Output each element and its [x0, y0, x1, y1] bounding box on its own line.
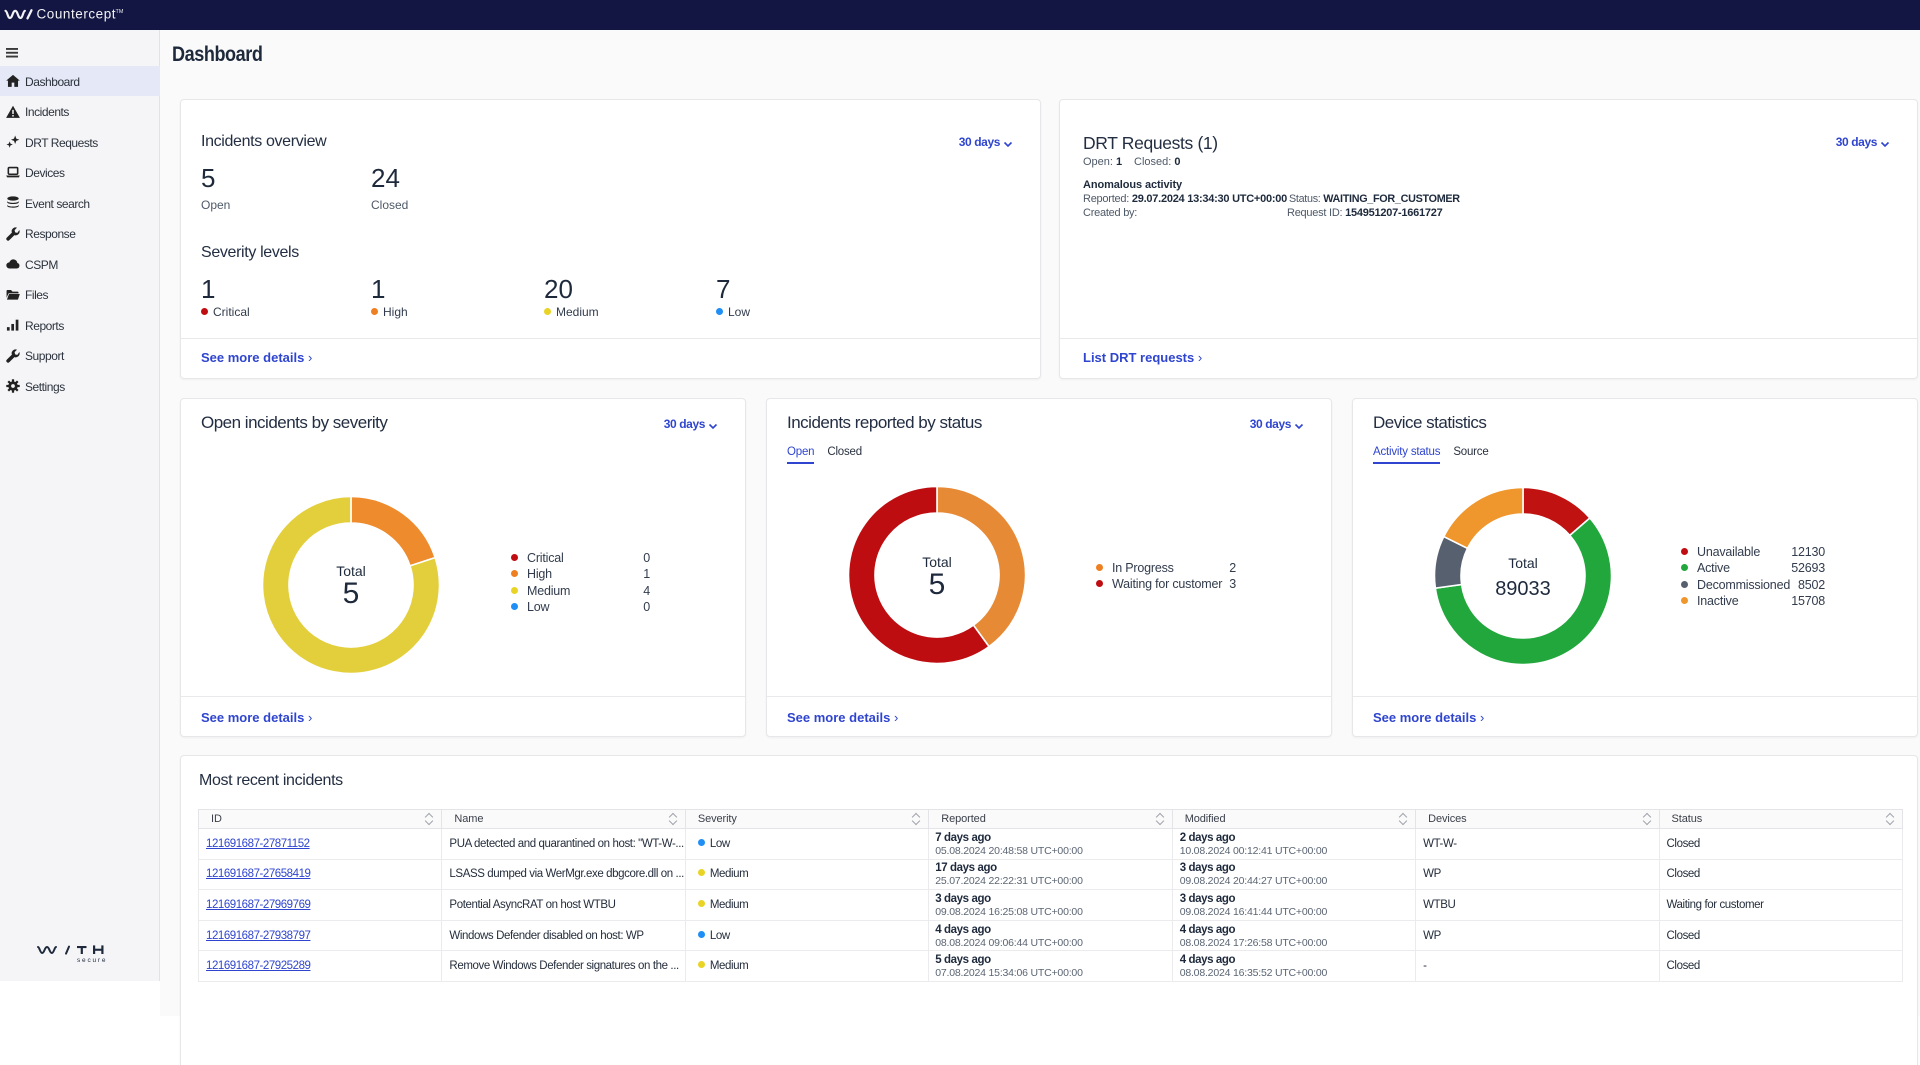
svg-text:secure: secure	[77, 957, 107, 964]
svg-text:TM: TM	[116, 9, 124, 15]
svg-text:Countercept: Countercept	[37, 7, 117, 22]
